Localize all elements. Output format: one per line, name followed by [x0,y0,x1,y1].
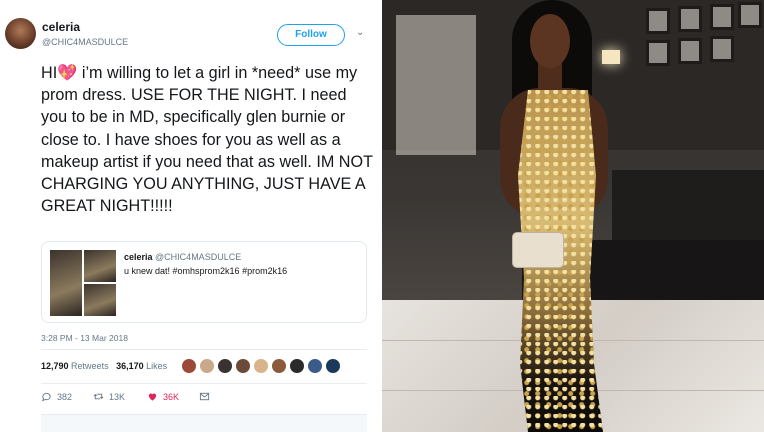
liker-avatar[interactable] [253,358,269,374]
message-action[interactable] [199,391,210,402]
avatar[interactable] [5,18,36,49]
liker-avatar[interactable] [325,358,341,374]
heart-icon [148,393,157,401]
envelope-icon [199,392,210,401]
liker-avatar[interactable] [307,358,323,374]
author-name[interactable]: celeria [42,20,80,34]
picture-frame [710,4,734,30]
heart-emoji: 💖 [57,64,78,82]
tweet-text: HI💖 i’m willing to let a girl in *need* … [41,62,377,217]
retweet-action-count: 13K [109,391,126,402]
retweet-count: 12,790 [41,361,69,371]
picture-frame [710,36,734,62]
picture-frame [678,6,702,32]
retweet-label: Retweets [71,361,109,371]
like-action[interactable]: 36K [147,391,179,402]
action-bar: 382 13K 36K [41,391,241,405]
tweet-text-body: i’m willing to let a girl in *need* use … [41,64,373,216]
chevron-down-icon[interactable]: ⌄ [356,27,364,38]
quoted-author-handle: @CHIC4MASDULCE [155,252,242,262]
quoted-photo [84,284,116,316]
quoted-tweet[interactable]: celeria @CHIC4MASDULCE u knew dat! #omhs… [41,241,367,323]
reply-icon [42,392,51,402]
quoted-author-name: celeria [124,252,153,262]
liker-avatar[interactable] [181,358,197,374]
divider [41,349,367,350]
reply-area[interactable] [41,414,367,432]
picture-frame [678,38,702,64]
tweet-stats: 12,790 Retweets 36,170 Likes [41,361,167,371]
quoted-photo [50,250,82,316]
background-doorway [396,15,476,155]
divider [41,383,367,384]
quoted-tweet-media[interactable] [50,250,116,316]
retweet-action[interactable]: 13K [93,391,125,402]
liker-avatar[interactable] [199,358,215,374]
quoted-photo [84,250,116,282]
retweet-stat[interactable]: 12,790 Retweets [41,361,109,371]
liker-avatar[interactable] [217,358,233,374]
prom-photo [382,0,764,432]
clutch-purse [512,232,564,268]
tweet-card: celeria @CHIC4MASDULCE Follow ⌄ HI💖 i’m … [0,0,382,432]
follow-button[interactable]: Follow [277,24,345,46]
woman-in-gown [482,0,652,432]
tweet-text-start: HI [41,64,58,82]
reply-action[interactable]: 382 [41,391,72,402]
like-action-count: 36K [163,391,180,402]
picture-frame [738,2,762,28]
quoted-tweet-text: u knew dat! #omhsprom2k16 #prom2k16 [124,266,288,276]
retweet-icon [93,393,104,400]
face [530,14,570,68]
author-handle[interactable]: @CHIC4MASDULCE [42,37,128,47]
like-label: Likes [146,361,168,371]
tweet-timestamp[interactable]: 3:28 PM - 13 Mar 2018 [41,333,128,343]
reply-count: 382 [57,391,73,402]
liker-avatar[interactable] [271,358,287,374]
liker-avatar[interactable] [289,358,305,374]
liker-avatars [181,358,341,374]
like-count: 36,170 [116,361,144,371]
liker-avatar[interactable] [235,358,251,374]
quoted-author: celeria @CHIC4MASDULCE [124,252,241,262]
like-stat[interactable]: 36,170 Likes [116,361,167,371]
